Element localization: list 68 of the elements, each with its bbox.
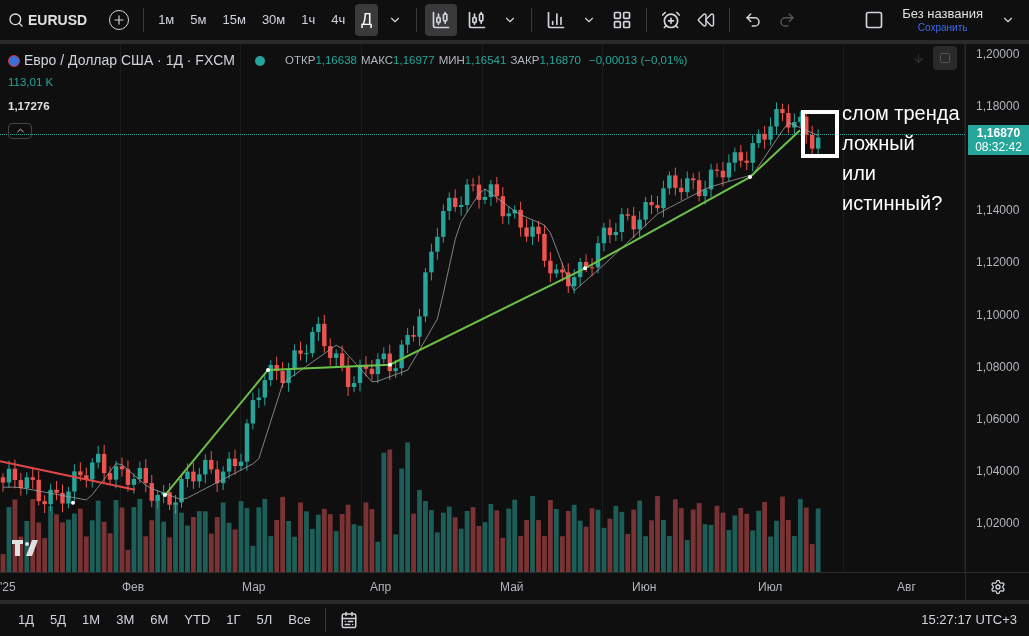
price-change: −0,00013 (−0,01%) (588, 52, 688, 68)
price-tick: 1,04000 (976, 462, 1020, 480)
price-tick: 1,12000 (976, 254, 1020, 272)
price-tick: 1,14000 (976, 202, 1020, 220)
time-tick: Апр (370, 579, 392, 596)
price-tick: 1,10000 (976, 306, 1020, 324)
ohlc-value: ЗАКР1,16870 (510, 52, 581, 68)
collapse-button[interactable] (8, 122, 32, 139)
trend-line[interactable] (163, 129, 801, 497)
grid-icon (612, 10, 633, 30)
search-icon (8, 12, 24, 28)
range-button[interactable]: 1М (76, 606, 107, 634)
interval-button[interactable]: Д (355, 4, 379, 36)
candlestick-icon (431, 10, 452, 30)
price-tick: 1,08000 (976, 358, 1020, 376)
alarm-clock-icon (661, 10, 682, 30)
range-button[interactable]: 3М (110, 606, 141, 634)
interval-button[interactable]: 1ч (295, 4, 322, 36)
square-icon (939, 52, 951, 64)
interval-button[interactable]: 4ч (325, 4, 352, 36)
rewind-icon (697, 11, 716, 29)
symbol-title: Евро / Доллар США · 1Д · FXCM (24, 51, 236, 70)
arrow-down-icon (912, 51, 925, 65)
undo-icon (744, 11, 763, 29)
range-button[interactable]: 1Г (220, 606, 247, 634)
chart-type-button[interactable] (425, 4, 458, 36)
range-button[interactable]: 5Л (250, 606, 279, 634)
time-tick: Июн (632, 579, 657, 596)
interval-button[interactable]: 30м (255, 4, 292, 36)
clock-text: 15:27:17 UTC+3 (921, 611, 1017, 630)
range-button[interactable]: 6М (144, 606, 175, 634)
layout-title: Без названия (902, 5, 983, 22)
trend-line[interactable] (0, 460, 136, 505)
flag-icon (8, 54, 20, 67)
annotation-text: слом тренда ложный или истинный? (842, 101, 960, 216)
range-button[interactable]: Все (282, 606, 317, 634)
square-icon (864, 10, 885, 30)
redo-icon (778, 11, 797, 29)
indicator-value: 1,17276 (8, 99, 51, 115)
price-tick: 1,02000 (976, 514, 1020, 532)
interval-button[interactable]: 15м (216, 4, 252, 36)
volume-value: 113,01 K (8, 75, 55, 90)
price-tick: 1,20000 (976, 46, 1020, 63)
time-tick: Июл (758, 579, 783, 596)
ohlc-value: МАКС1,16977 (360, 52, 435, 68)
interval-button[interactable]: 5м (184, 4, 213, 36)
interval-button[interactable]: 1м (152, 4, 181, 36)
range-button[interactable]: 5Д (44, 606, 73, 634)
time-tick: Май (500, 579, 524, 596)
save-link[interactable]: Сохранить (917, 21, 968, 35)
settings-icon (989, 578, 1006, 595)
price-tick: 1,06000 (976, 410, 1020, 428)
market-status-icon (255, 55, 266, 66)
range-button[interactable]: 1Д (12, 606, 41, 634)
price-tick: 1,18000 (976, 98, 1020, 116)
time-tick: '25 (0, 579, 16, 596)
time-tick: Мар (242, 579, 266, 596)
symbol-search[interactable]: EURUSD (8, 9, 100, 31)
time-tick: Авг (897, 579, 916, 596)
bar-chart-icon (546, 10, 567, 30)
candlestick-icon (467, 10, 488, 30)
range-button[interactable]: YTD (178, 606, 217, 634)
calendar-icon (339, 611, 358, 629)
last-price-label: 1,16870 08:32:42 (968, 124, 1029, 155)
ohlc-value: МИН1,16541 (438, 52, 507, 68)
highlight-frame (801, 110, 839, 158)
ohlc-value: ОТКР1,16638 (285, 52, 357, 68)
time-tick: Фев (122, 579, 145, 596)
